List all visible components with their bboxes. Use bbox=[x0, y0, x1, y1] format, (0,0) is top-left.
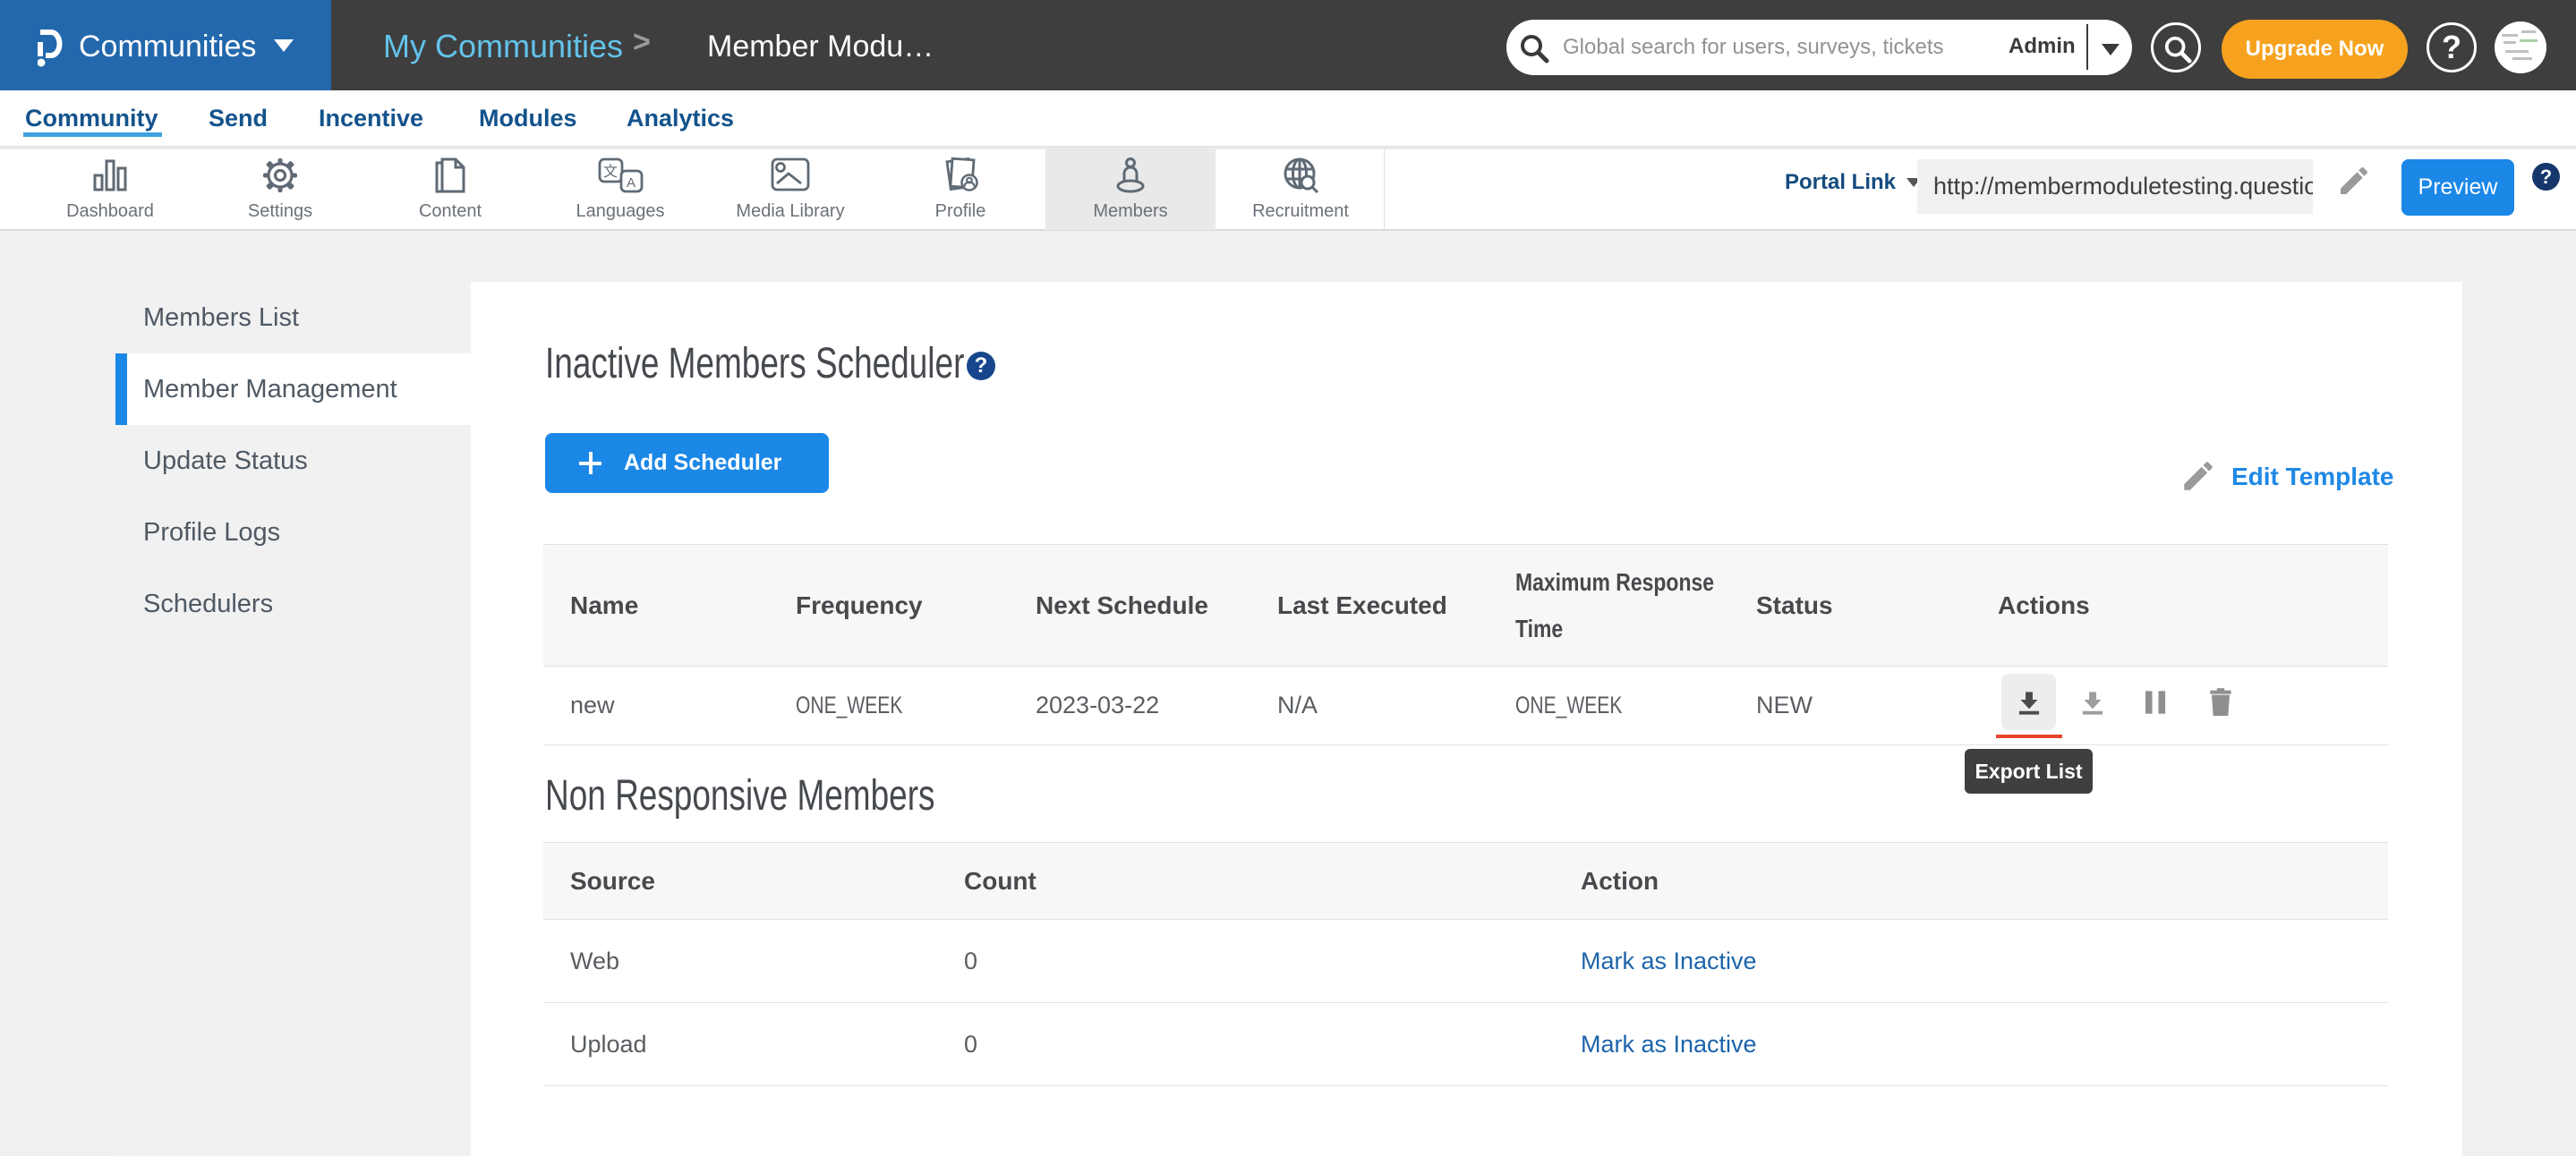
svg-text:A: A bbox=[627, 175, 635, 191]
svg-text:文: 文 bbox=[603, 164, 618, 180]
